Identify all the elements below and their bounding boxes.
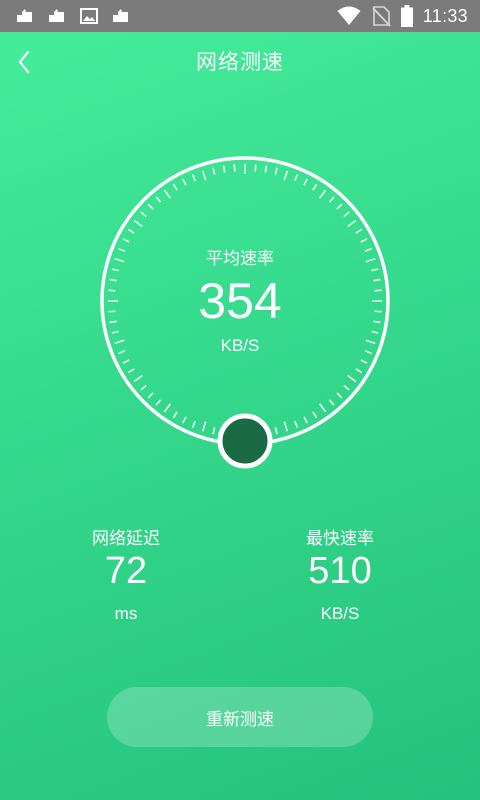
gauge-tick — [294, 174, 299, 182]
latency-stat: 网络延迟 72 ms — [26, 524, 226, 634]
gauge-tick — [312, 183, 318, 191]
gauge-tick — [347, 219, 357, 227]
average-speed-value: 354 — [198, 273, 282, 329]
gauge-tick — [111, 268, 119, 272]
gauge-tick — [133, 219, 143, 227]
gauge-tick — [140, 211, 147, 218]
gauge-tick — [140, 384, 147, 391]
gauge-tick — [122, 238, 130, 243]
gauge-tick — [347, 375, 357, 383]
gauge-tick — [319, 189, 327, 199]
gauge-tick — [233, 164, 236, 172]
gauge-tick — [172, 411, 178, 419]
gauge-tick — [328, 399, 335, 406]
gauge-tick — [371, 330, 379, 334]
gauge-tick — [283, 170, 289, 181]
gauge-tick — [155, 196, 162, 203]
gauge-tick — [182, 416, 187, 424]
gauge-tick — [303, 178, 308, 186]
gauge-tick — [222, 165, 226, 173]
gauge-tick — [319, 403, 327, 413]
gauge-tick — [201, 421, 207, 432]
gauge-tick — [111, 330, 119, 334]
gauge-tick — [122, 359, 130, 364]
gauge-tick — [283, 421, 289, 432]
gauge-tick — [155, 399, 162, 406]
speed-gauge — [100, 156, 390, 469]
gauge-tick — [254, 164, 257, 172]
retest-button[interactable]: 重新测速 — [107, 687, 373, 747]
max-speed-stat: 最快速率 510 KB/S — [240, 524, 440, 634]
gauge-tick — [163, 189, 171, 199]
gauge-tick — [212, 427, 216, 435]
gauge-tick — [360, 238, 368, 243]
average-speed-unit: KB/S — [220, 336, 260, 355]
gauge-tick — [191, 174, 196, 182]
gauge-tick — [212, 167, 216, 175]
gauge-tick — [355, 368, 363, 374]
gauge-tick — [274, 167, 278, 175]
gauge-indicator — [217, 413, 273, 469]
gauge-tick — [336, 392, 343, 399]
gauge-tick — [147, 392, 154, 399]
gauge-tick — [355, 228, 363, 234]
gauge-tick — [303, 416, 308, 424]
gauge-tick — [328, 196, 335, 203]
gauge-tick — [264, 165, 268, 173]
gauge-tick — [172, 183, 178, 191]
average-speed-label: 平均速率 — [206, 249, 274, 269]
gauge-tick — [127, 228, 135, 234]
latency-unit: ms — [114, 604, 138, 623]
gauge-tick — [294, 420, 299, 428]
gauge-tick — [133, 375, 143, 383]
gauge-tick — [147, 203, 154, 210]
gauge-tick — [201, 170, 207, 181]
gauge-tick — [343, 211, 350, 218]
latency-label: 网络延迟 — [92, 529, 160, 549]
gauge-tick — [274, 427, 278, 435]
max-speed-value: 510 — [308, 550, 372, 592]
gauge-tick — [163, 403, 171, 413]
max-speed-label: 最快速率 — [306, 529, 374, 549]
gauge-tick — [312, 411, 318, 419]
gauge-tick — [127, 368, 135, 374]
gauge-tick — [336, 203, 343, 210]
gauge-tick — [182, 178, 187, 186]
gauge-tick — [371, 268, 379, 272]
gauge-tick — [191, 420, 196, 428]
latency-value: 72 — [104, 550, 148, 592]
max-speed-unit: KB/S — [320, 604, 360, 623]
gauge-tick — [360, 359, 368, 364]
gauge-tick — [343, 384, 350, 391]
